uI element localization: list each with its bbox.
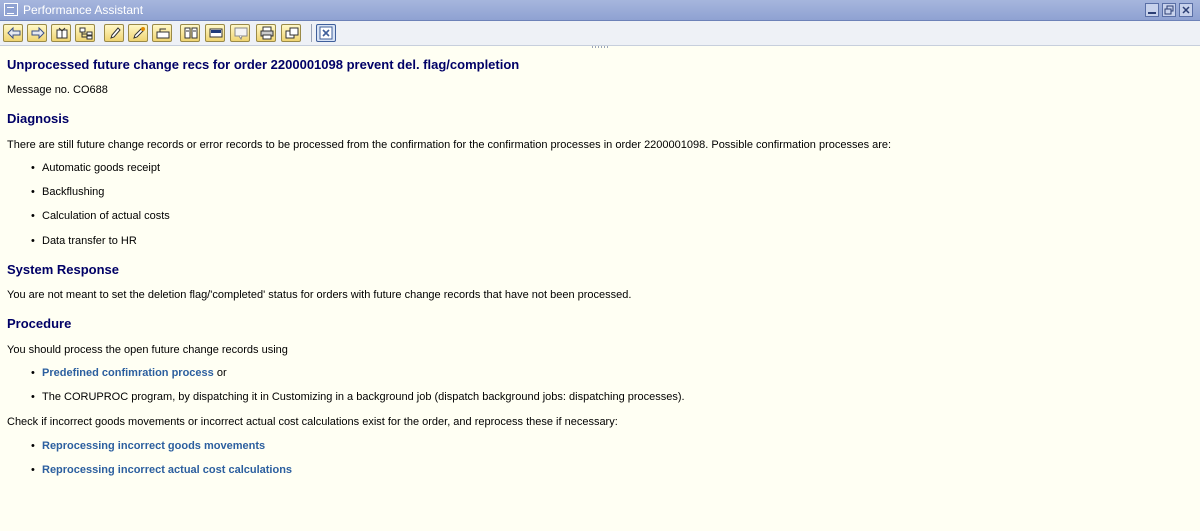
bullet-icon: • xyxy=(31,186,35,198)
bullet-icon: • xyxy=(31,440,35,452)
procedure-heading: Procedure xyxy=(7,316,72,331)
diagnosis-text: There are still future change records or… xyxy=(7,139,892,151)
hierarchy-icon[interactable] xyxy=(75,24,95,42)
procedure-item-suffix: or xyxy=(213,367,227,379)
table-of-contents-icon[interactable] xyxy=(51,24,71,42)
bullet-icon: • xyxy=(31,210,35,222)
forward-icon[interactable] xyxy=(27,24,47,42)
performance-assistant-icon xyxy=(4,3,18,16)
predefined-confirmation-link[interactable]: Predefined confimration process xyxy=(42,367,214,379)
diagnosis-heading: Diagnosis xyxy=(7,111,70,126)
message-number: Message no. CO688 xyxy=(7,84,108,96)
procedure-check-text: Check if incorrect goods movements or in… xyxy=(7,416,618,428)
note-icon[interactable] xyxy=(205,24,225,42)
minimize-icon[interactable] xyxy=(1145,3,1159,17)
reprocess-actual-cost-link[interactable]: Reprocessing incorrect actual cost calcu… xyxy=(42,464,292,476)
procedure-item: The CORUPROC program, by dispatching it … xyxy=(42,391,685,403)
bullet-icon: • xyxy=(31,162,35,174)
diagnosis-item: Data transfer to HR xyxy=(42,235,137,247)
bullet-icon: • xyxy=(31,464,35,476)
close-window-icon[interactable] xyxy=(316,24,336,42)
back-icon[interactable] xyxy=(3,24,23,42)
print-icon[interactable] xyxy=(256,24,276,42)
comment-icon[interactable] xyxy=(230,24,250,42)
book-icon[interactable] xyxy=(180,24,200,42)
exit-icon[interactable] xyxy=(152,24,172,42)
bullet-icon: • xyxy=(31,391,35,403)
title-bar: Performance Assistant xyxy=(0,0,1200,21)
technical-info-icon[interactable] xyxy=(128,24,148,42)
restore-icon[interactable] xyxy=(1162,3,1176,17)
edit-icon[interactable] xyxy=(104,24,124,42)
diagnosis-item: Automatic goods receipt xyxy=(42,162,161,174)
toolbar-separator xyxy=(311,24,312,42)
system-response-heading: System Response xyxy=(7,262,119,277)
procedure-item: Predefined confimration process or xyxy=(42,367,227,379)
resize-grip[interactable] xyxy=(592,46,608,48)
close-icon[interactable] xyxy=(1179,3,1193,17)
procedure-intro: You should process the open future chang… xyxy=(7,344,288,356)
bullet-icon: • xyxy=(31,367,35,379)
bullet-icon: • xyxy=(31,235,35,247)
system-response-text: You are not meant to set the deletion fl… xyxy=(7,289,632,301)
toolbar xyxy=(0,21,1200,46)
diagnosis-item: Backflushing xyxy=(42,186,105,198)
export-icon[interactable] xyxy=(281,24,301,42)
reprocess-goods-movements-link[interactable]: Reprocessing incorrect goods movements xyxy=(42,440,265,452)
help-content: Unprocessed future change recs for order… xyxy=(0,50,1200,531)
window-title: Performance Assistant xyxy=(23,3,144,17)
message-title: Unprocessed future change recs for order… xyxy=(7,57,520,72)
diagnosis-item: Calculation of actual costs xyxy=(42,210,170,222)
